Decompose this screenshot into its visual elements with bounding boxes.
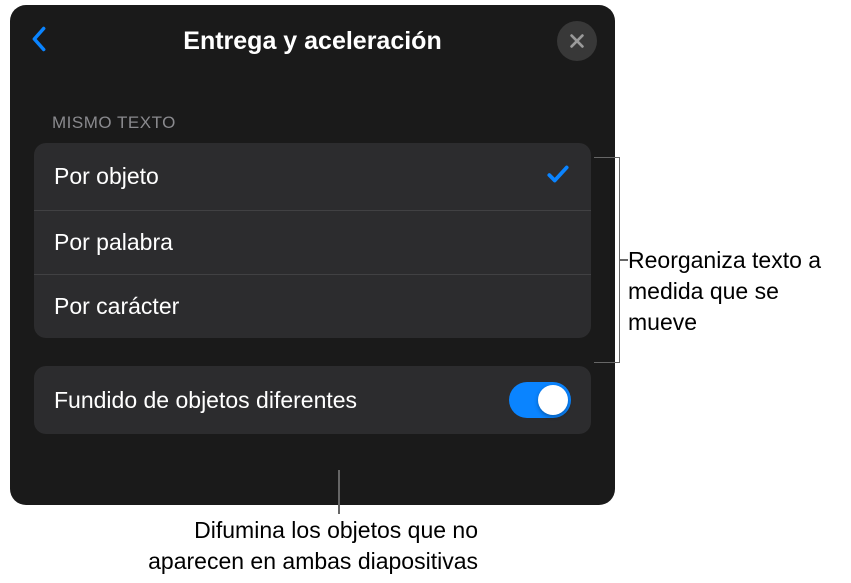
option-by-word[interactable]: Por palabra	[34, 211, 591, 275]
fade-toggle[interactable]	[509, 382, 571, 418]
option-label: Por palabra	[54, 229, 173, 256]
option-by-object[interactable]: Por objeto	[34, 143, 591, 211]
fade-row: Fundido de objetos diferentes	[34, 366, 591, 434]
callout-right-text: Reorganiza texto a medida que se mueve	[628, 245, 843, 338]
header: Entrega y aceleración	[10, 5, 615, 73]
close-icon	[568, 32, 586, 50]
content: MISMO TEXTO Por objeto Por palabra Por c…	[10, 73, 615, 434]
callout-stem	[620, 259, 628, 261]
option-label: Por carácter	[54, 293, 179, 320]
page-title: Entrega y aceleración	[183, 27, 441, 56]
option-label: Por objeto	[54, 163, 159, 190]
callout-bracket	[594, 157, 620, 363]
back-button[interactable]	[28, 25, 50, 58]
same-text-options: Por objeto Por palabra Por carácter	[34, 143, 591, 338]
fade-label: Fundido de objetos diferentes	[54, 387, 357, 414]
fade-group: Fundido de objetos diferentes	[34, 366, 591, 434]
close-button[interactable]	[557, 21, 597, 61]
option-by-character[interactable]: Por carácter	[34, 275, 591, 338]
callout-bottom-text: Difumina los objetos que no aparecen en …	[98, 515, 478, 577]
checkmark-icon	[545, 161, 571, 192]
callout-bottom: Difumina los objetos que no aparecen en …	[98, 515, 478, 577]
callout-bottom-line	[338, 470, 340, 514]
switch-knob	[538, 385, 568, 415]
settings-panel: Entrega y aceleración MISMO TEXTO Por ob…	[10, 5, 615, 505]
section-header-same-text: MISMO TEXTO	[34, 113, 591, 133]
callout-right: Reorganiza texto a medida que se mueve	[628, 245, 843, 338]
chevron-left-icon	[28, 25, 50, 53]
